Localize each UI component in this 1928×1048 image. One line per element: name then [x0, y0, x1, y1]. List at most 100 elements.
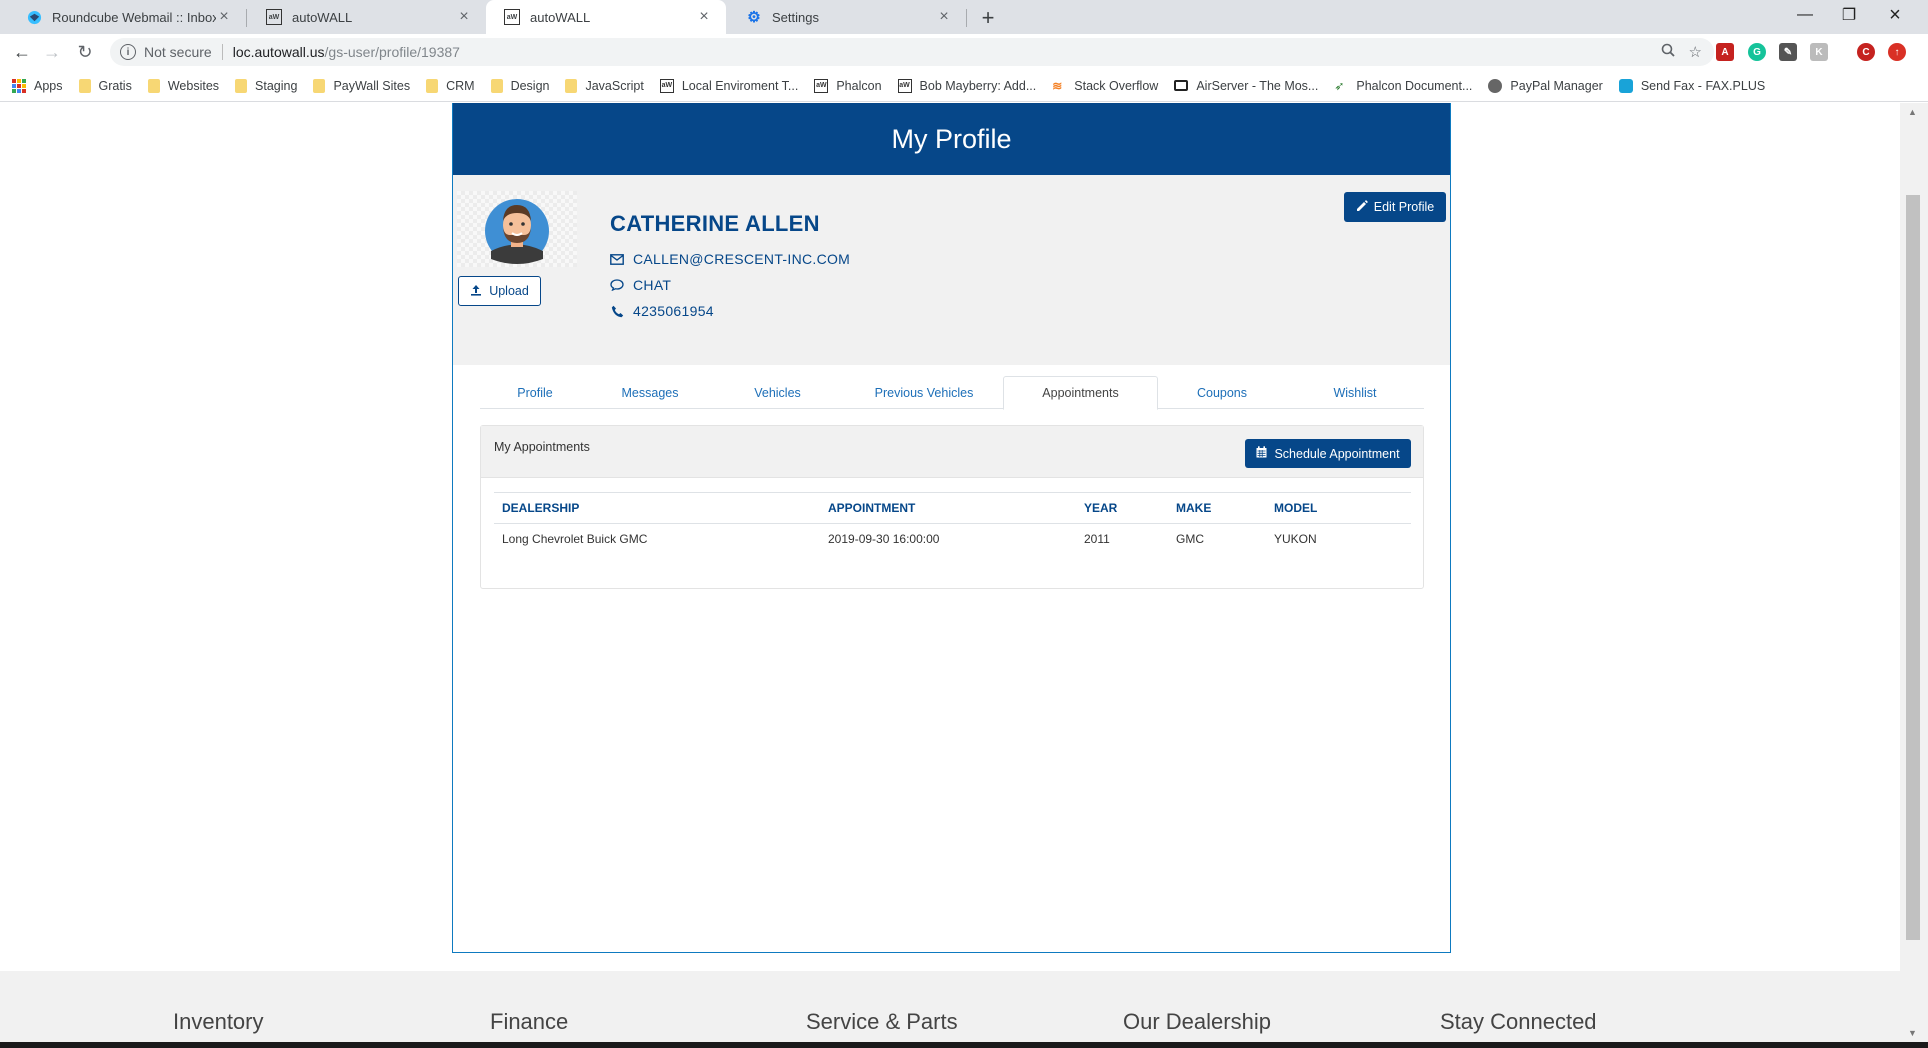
- acrobat-extension-icon[interactable]: A: [1716, 43, 1734, 61]
- autowall-icon: aW: [504, 9, 520, 25]
- autowall-icon: aW: [266, 9, 282, 25]
- bookmark-fax-plus[interactable]: Send Fax - FAX.PLUS: [1618, 78, 1766, 93]
- appointments-title: My Appointments: [494, 440, 590, 454]
- bookmark-gratis[interactable]: Gratis: [78, 78, 132, 93]
- chat-link[interactable]: CHAT: [633, 277, 671, 293]
- scroll-up-icon[interactable]: ▲: [1908, 107, 1917, 117]
- profile-avatar[interactable]: C: [1857, 43, 1875, 61]
- tab-appointments[interactable]: Appointments: [1003, 376, 1158, 410]
- bookmark-javascript[interactable]: JavaScript: [565, 78, 644, 93]
- user-name: CATHERINE ALLEN: [610, 211, 820, 236]
- user-chat-row: CHAT: [610, 277, 671, 293]
- cell-appointment: 2019-09-30 16:00:00: [828, 532, 940, 547]
- footer-inventory[interactable]: Inventory: [173, 1009, 264, 1035]
- browser-tab-roundcube[interactable]: Roundcube Webmail :: Inbox ×: [8, 0, 246, 34]
- new-tab-button[interactable]: +: [976, 5, 1000, 31]
- upload-button[interactable]: Upload: [458, 276, 541, 306]
- bookmark-phalcon[interactable]: aW Phalcon: [814, 78, 882, 93]
- tab-messages[interactable]: Messages: [590, 376, 710, 409]
- footer-service-parts[interactable]: Service & Parts: [806, 1009, 958, 1035]
- divider: [221, 44, 223, 60]
- user-email[interactable]: CALLEN@CRESCENT-INC.COM: [633, 251, 850, 267]
- bookmark-airserver[interactable]: AirServer - The Mos...: [1174, 79, 1318, 93]
- info-icon[interactable]: i: [120, 44, 136, 60]
- cell-dealership: Long Chevrolet Buick GMC: [502, 532, 648, 547]
- footer-finance[interactable]: Finance: [490, 1009, 568, 1035]
- bookmark-design[interactable]: Design: [490, 78, 550, 93]
- table-header-row: DEALERSHIP APPOINTMENT YEAR MAKE MODEL: [494, 492, 1411, 524]
- bookmark-staging[interactable]: Staging: [235, 78, 297, 93]
- update-icon[interactable]: ↑: [1888, 43, 1906, 61]
- airserver-icon: [1174, 80, 1189, 91]
- footer-stay-connected[interactable]: Stay Connected: [1440, 1009, 1597, 1035]
- fax-icon: [1618, 78, 1633, 93]
- bookmark-bob-mayberry[interactable]: aW Bob Mayberry: Add...: [897, 78, 1036, 93]
- folder-icon: [426, 78, 439, 93]
- browser-toolbar: ← → ↻ i Not secure loc.autowall.us /gs-u…: [0, 34, 1928, 70]
- address-bar[interactable]: i Not secure loc.autowall.us /gs-user/pr…: [110, 38, 1714, 66]
- close-icon[interactable]: ×: [696, 8, 712, 26]
- zoom-icon[interactable]: [1661, 43, 1675, 61]
- bookmark-label: Design: [510, 78, 550, 93]
- forward-icon[interactable]: →: [40, 40, 64, 64]
- folder-icon: [78, 78, 91, 93]
- user-phone[interactable]: 4235061954: [633, 303, 714, 319]
- eyedropper-extension-icon[interactable]: ✎: [1779, 43, 1797, 61]
- bookmark-label: Phalcon Document...: [1356, 78, 1473, 93]
- tab-wishlist[interactable]: Wishlist: [1286, 376, 1424, 409]
- folder-icon: [565, 78, 578, 93]
- back-icon[interactable]: ←: [10, 40, 34, 64]
- cell-year: 2011: [1084, 532, 1110, 547]
- user-avatar-icon: [485, 199, 549, 264]
- chat-bubble-icon: [610, 279, 624, 291]
- phone-icon: [610, 305, 624, 318]
- tab-profile[interactable]: Profile: [480, 376, 590, 409]
- browser-tab-autowall-active[interactable]: aW autoWALL ×: [486, 0, 726, 34]
- edit-profile-button[interactable]: Edit Profile: [1344, 192, 1446, 222]
- window-close-icon[interactable]: ×: [1868, 0, 1922, 30]
- bookmark-phalcon-docs[interactable]: ➶ Phalcon Document...: [1334, 79, 1472, 93]
- column-header-dealership: DEALERSHIP: [494, 492, 820, 524]
- grammarly-extension-icon[interactable]: G: [1748, 43, 1766, 61]
- scrollbar-thumb[interactable]: [1906, 195, 1920, 940]
- bookmark-star-icon[interactable]: ☆: [1689, 43, 1702, 61]
- bookmark-label: JavaScript: [585, 78, 644, 93]
- apps-grid-icon: [12, 78, 26, 93]
- phalcon-icon: ➶: [1334, 78, 1345, 93]
- extension-icon[interactable]: K: [1810, 43, 1828, 61]
- schedule-appointment-label: Schedule Appointment: [1274, 446, 1400, 461]
- tab-separator: [246, 9, 247, 27]
- browser-tab-autowall-1[interactable]: aW autoWALL ×: [248, 0, 486, 34]
- bookmark-label: Websites: [167, 78, 220, 93]
- column-header-appointment: APPOINTMENT: [820, 492, 1076, 524]
- tab-vehicles[interactable]: Vehicles: [710, 376, 845, 409]
- cell-model: YUKON: [1274, 532, 1317, 547]
- schedule-appointment-button[interactable]: Schedule Appointment: [1245, 439, 1411, 468]
- bookmark-label: PayWall Sites: [333, 78, 411, 93]
- bookmark-label: AirServer - The Mos...: [1196, 78, 1319, 93]
- autowall-icon: aW: [814, 78, 829, 93]
- bookmark-apps[interactable]: Apps: [12, 78, 63, 93]
- bookmark-paypal-manager[interactable]: PayPal Manager: [1488, 78, 1603, 93]
- close-icon[interactable]: ×: [456, 8, 472, 26]
- bookmark-local-environment[interactable]: aW Local Enviroment T...: [659, 78, 798, 93]
- footer-our-dealership[interactable]: Our Dealership: [1123, 1009, 1271, 1035]
- page-scrollbar[interactable]: ▲ ▼: [1900, 103, 1928, 1042]
- gear-icon: ⚙: [747, 9, 761, 26]
- bookmark-label: Phalcon: [836, 78, 882, 93]
- bookmark-paywall-sites[interactable]: PayWall Sites: [313, 78, 411, 93]
- bookmark-label: Gratis: [98, 78, 132, 93]
- bookmark-websites[interactable]: Websites: [147, 78, 220, 93]
- upload-label: Upload: [489, 284, 529, 298]
- tab-previous-vehicles[interactable]: Previous Vehicles: [845, 376, 1003, 409]
- scroll-down-icon[interactable]: ▼: [1908, 1028, 1917, 1038]
- close-icon[interactable]: ×: [936, 8, 952, 26]
- close-icon[interactable]: ×: [216, 8, 232, 26]
- bookmark-label: Send Fax - FAX.PLUS: [1640, 78, 1766, 93]
- bookmark-crm[interactable]: CRM: [426, 78, 475, 93]
- reload-icon[interactable]: ↻: [73, 40, 97, 64]
- tab-coupons[interactable]: Coupons: [1158, 376, 1286, 409]
- user-email-row: CALLEN@CRESCENT-INC.COM: [610, 251, 850, 267]
- bookmark-stack-overflow[interactable]: ≋ Stack Overflow: [1052, 79, 1158, 93]
- browser-tab-settings[interactable]: ⚙ Settings ×: [728, 0, 966, 34]
